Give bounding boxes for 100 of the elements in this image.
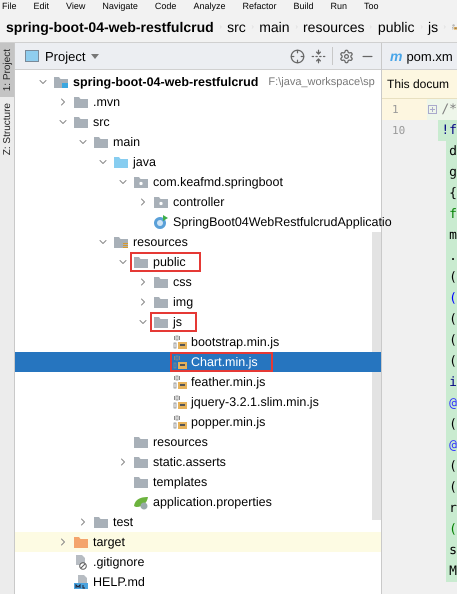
js-file-icon	[173, 355, 187, 369]
tree-item-label: feather.min.js	[191, 375, 266, 389]
tree-item-label: popper.min.js	[191, 415, 266, 429]
js-file-icon	[173, 335, 187, 349]
line-number: 10	[392, 124, 406, 137]
locate-icon[interactable]	[290, 48, 305, 64]
caret-icon[interactable]	[91, 54, 100, 58]
code-text: r	[449, 501, 457, 516]
tree-row[interactable]: public	[15, 252, 381, 272]
tree-row[interactable]: bootstrap.min.js	[15, 332, 381, 352]
folder-icon	[93, 515, 109, 529]
fold-icon[interactable]	[428, 105, 438, 114]
tree-row[interactable]: css	[15, 272, 381, 292]
tree-row[interactable]: popper.min.js	[15, 412, 381, 432]
collapse-icon[interactable]	[311, 48, 326, 64]
code-text: g	[449, 165, 457, 180]
breadcrumb[interactable]: public	[378, 18, 415, 34]
leaf-icon	[133, 494, 149, 510]
tree-row[interactable]: test	[15, 512, 381, 532]
menu-item[interactable]: Build	[293, 0, 314, 10]
breadcrumb[interactable]: js	[428, 18, 438, 34]
tree-row[interactable]: Chart.min.js	[15, 352, 381, 372]
tree-item-label: src	[93, 115, 110, 129]
resources-folder-icon	[113, 235, 129, 249]
breadcrumb[interactable]: spring-boot-04-web-restfulcrud	[6, 18, 214, 34]
js-file-icon	[173, 395, 187, 409]
tree-row[interactable]: .gitignore	[15, 552, 381, 572]
tree-row[interactable]: src	[15, 112, 381, 132]
tree-row[interactable]: application.properties	[15, 492, 381, 512]
tree-row[interactable]: main	[15, 132, 381, 152]
tree-row[interactable]: spring-boot-04-web-restfulcrud F:\java_workspace\sp	[15, 72, 381, 92]
tree-item-label: java	[133, 155, 156, 169]
markdown-file-icon	[73, 574, 89, 590]
menu-item[interactable]: Analyze	[193, 0, 226, 10]
tree-item-label: Chart.min.js	[191, 355, 258, 369]
code-text: {	[449, 186, 457, 201]
notice-text: This docum	[382, 70, 457, 99]
package-icon	[133, 175, 149, 189]
folder-icon	[73, 115, 89, 129]
menu-item[interactable]: View	[66, 0, 86, 10]
tree-item-label: resources	[133, 235, 188, 249]
js-file-icon	[173, 415, 187, 429]
code-text: .	[449, 249, 457, 264]
breadcrumb[interactable]: resources	[303, 18, 364, 34]
menu-item[interactable]: Too	[364, 0, 379, 10]
tree-row[interactable]: java	[15, 152, 381, 172]
panel-title: Project	[45, 48, 86, 64]
tree-row[interactable]: resources	[15, 232, 381, 252]
tool-window-tab[interactable]: 1: Project	[0, 43, 14, 98]
tree-item-label: SpringBoot04WebRestfulcrudApplicatio	[173, 215, 392, 229]
tree-row[interactable]: com.keafmd.springboot	[15, 172, 381, 192]
code-text: M	[449, 564, 457, 579]
folder-icon	[153, 295, 169, 309]
tree-row[interactable]: static.asserts	[15, 452, 381, 472]
maven-icon: m	[390, 48, 402, 64]
folder-icon	[133, 475, 149, 489]
tree-item-label: application.properties	[153, 495, 272, 509]
tree-row[interactable]: HELP.md	[15, 572, 381, 592]
menu-item[interactable]: Navigate	[102, 0, 138, 10]
tree-row[interactable]: resources	[15, 432, 381, 452]
code-text: (	[449, 417, 457, 432]
panel-icon	[25, 50, 39, 62]
code-text: (	[449, 459, 457, 474]
breadcrumb[interactable]: src	[227, 18, 246, 34]
tree-row[interactable]: target	[15, 532, 381, 552]
tree-row[interactable]: js	[15, 312, 381, 332]
tree-row[interactable]: .mvn	[15, 92, 381, 112]
tree-item-label: public	[153, 255, 186, 269]
js-file-icon	[173, 375, 187, 389]
code-text: !f	[441, 123, 457, 138]
tree-item-label: .mvn	[93, 95, 120, 109]
menu-item[interactable]: Edit	[34, 0, 50, 10]
tree-item-label: img	[173, 295, 194, 309]
code-text: @	[449, 396, 457, 411]
folder-icon	[73, 95, 89, 109]
tool-window-tab[interactable]: Z: Structure	[0, 97, 14, 162]
settings-icon[interactable]	[339, 48, 354, 64]
code-text: (	[449, 333, 457, 348]
tree-row[interactable]: templates	[15, 472, 381, 492]
tree-row[interactable]: feather.min.js	[15, 372, 381, 392]
code-text: s	[449, 543, 457, 558]
tree-row[interactable]: jquery-3.2.1.slim.min.js	[15, 392, 381, 412]
tree-row[interactable]: img	[15, 292, 381, 312]
scrollbar[interactable]	[372, 232, 381, 520]
code-text: (	[449, 312, 457, 327]
menu-item[interactable]: Refactor	[242, 0, 276, 10]
project-path: F:\java_workspace\sp	[268, 76, 375, 88]
line-number: 1	[392, 103, 399, 116]
menu-item[interactable]: Run	[330, 0, 348, 10]
code-text: f	[449, 207, 457, 222]
tree-row[interactable]: controller	[15, 192, 381, 212]
code-text: m	[449, 228, 457, 243]
menu-item[interactable]: File	[2, 0, 17, 10]
tree-item-label: css	[173, 275, 192, 289]
tree-item-label: static.asserts	[153, 455, 226, 469]
breadcrumb[interactable]: main	[259, 18, 290, 34]
menu-item[interactable]: Code	[154, 0, 176, 10]
tree-item-label: HELP.md	[93, 575, 145, 589]
editor-tab[interactable]: pom.xm	[406, 48, 453, 64]
folder-icon	[153, 275, 169, 289]
